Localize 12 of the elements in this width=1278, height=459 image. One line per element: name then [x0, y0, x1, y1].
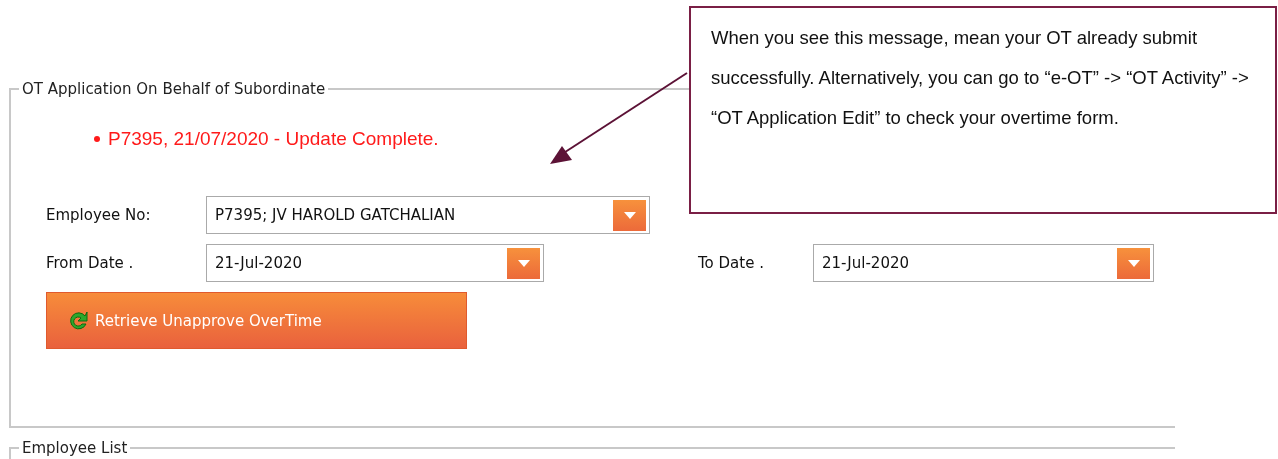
date-dropdown[interactable]: 21-Jul-2020 [206, 244, 544, 282]
employee-dropdown[interactable]: P7395; JV HAROLD GATCHALIAN [206, 196, 650, 234]
annotation-note: When you see this message, mean your OT already submit successfully. Alternatively, you can go to “e-OT” -> “OT Activity” -> “OT Application Edit” to check your overtime form. [689, 6, 1277, 214]
panel-title: Employee List [19, 438, 131, 458]
panel-title: OT Application On Behalf of Subordinate [19, 79, 329, 99]
field-label: Employee No: [46, 206, 152, 224]
status-message: P7395, 21/07/2020 - Update Complete. [108, 128, 439, 150]
field-label: To Date . [698, 254, 765, 272]
refresh-icon [67, 309, 89, 332]
bullet-icon [94, 136, 100, 142]
date-dropdown[interactable]: 21-Jul-2020 [813, 244, 1154, 282]
field-label: From Date . [46, 254, 135, 272]
